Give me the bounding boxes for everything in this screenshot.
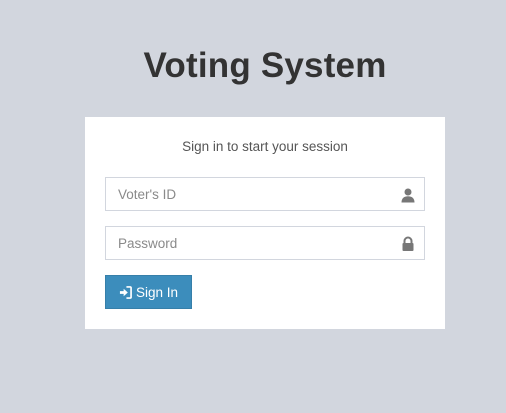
login-page: Voting System Sign in to start your sess…: [0, 0, 506, 413]
login-box-message: Sign in to start your session: [182, 139, 348, 154]
page-title: Voting System: [143, 46, 387, 85]
sign-in-icon: [119, 285, 132, 299]
password-input[interactable]: [106, 227, 398, 259]
sign-in-label: Sign In: [135, 284, 179, 300]
password-field-wrapper: [105, 226, 425, 260]
login-box: Sign in to start your session Voter's ID…: [85, 117, 445, 329]
sign-in-button[interactable]: Sign In: [105, 275, 192, 309]
voter-id-field-wrapper: [105, 177, 425, 211]
lock-icon: [400, 236, 416, 252]
user-icon: [400, 187, 416, 203]
voter-id-input[interactable]: [106, 178, 398, 210]
